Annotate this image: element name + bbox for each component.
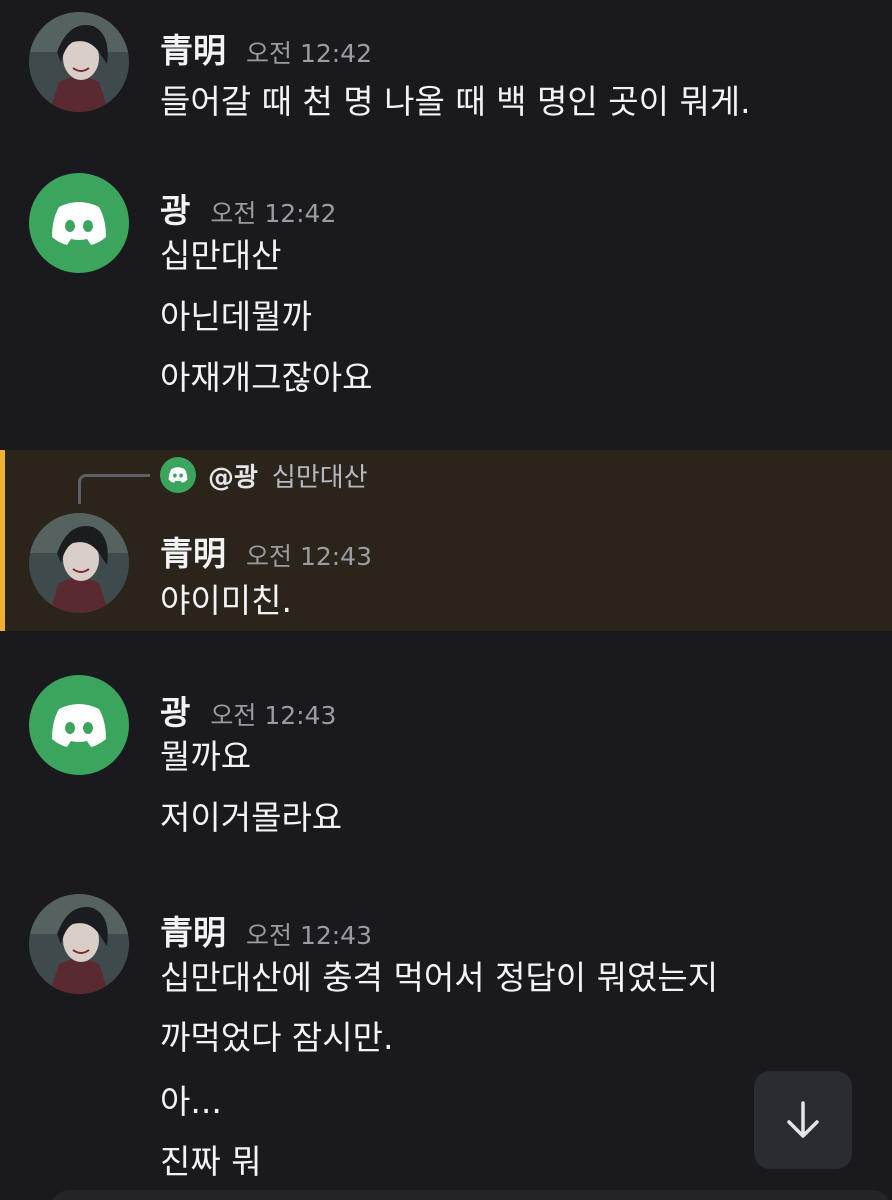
message-timestamp: 오전 12:43 — [210, 701, 337, 730]
jump-to-present-button[interactable] — [754, 1071, 852, 1169]
reply-connector — [78, 474, 150, 504]
user-avatar[interactable] — [29, 12, 129, 112]
author-name[interactable]: 青明 — [160, 527, 226, 575]
reply-reference[interactable]: @광 십만대산 — [160, 456, 368, 494]
message-text: 십만대산 — [160, 236, 282, 275]
message-text: 아재개그잖아요 — [160, 358, 373, 397]
reply-mention[interactable]: @광 — [208, 457, 258, 494]
author-name[interactable]: 광 — [160, 686, 190, 734]
discord-logo-icon — [52, 202, 106, 245]
message-text: 진짜 뭐 — [160, 1142, 262, 1181]
message-text: 들어갈 때 천 명 나올 때 백 명인 곳이 뭐게. — [160, 82, 751, 121]
discord-logo-icon — [52, 704, 106, 747]
user-avatar[interactable] — [29, 675, 129, 775]
chat-message-list[interactable]: 青明 오전 12:42 들어갈 때 천 명 나올 때 백 명인 곳이 뭐게. 광… — [0, 0, 892, 1200]
message-timestamp: 오전 12:43 — [246, 542, 372, 571]
highlight-bar — [0, 450, 5, 631]
message-text: 저이거몰라요 — [160, 798, 343, 837]
discord-logo-icon — [168, 467, 188, 483]
author-name[interactable]: 青明 — [160, 24, 226, 72]
arrow-down-icon — [787, 1101, 819, 1138]
message-text: 뭘까요 — [160, 737, 252, 776]
message-text: 아닌데뭘까 — [160, 297, 312, 336]
user-avatar[interactable] — [29, 173, 129, 273]
user-avatar[interactable] — [29, 513, 129, 613]
message-text: 까먹었다 잠시만. — [160, 1018, 394, 1057]
message-text: 야이미친. — [160, 581, 292, 620]
reply-avatar — [160, 457, 196, 493]
message-input-edge[interactable] — [50, 1190, 892, 1200]
author-name[interactable]: 광 — [160, 184, 190, 232]
message-timestamp: 오전 12:42 — [246, 39, 372, 68]
message-timestamp: 오전 12:43 — [246, 921, 372, 950]
author-name[interactable]: 青明 — [160, 906, 226, 954]
user-avatar[interactable] — [29, 894, 129, 994]
message-text: 아... — [160, 1082, 222, 1121]
message-timestamp: 오전 12:42 — [210, 199, 337, 228]
reply-preview: 십만대산 — [271, 462, 368, 493]
message-text: 십만대산에 충격 먹어서 정답이 뭐였는지 — [160, 958, 719, 997]
